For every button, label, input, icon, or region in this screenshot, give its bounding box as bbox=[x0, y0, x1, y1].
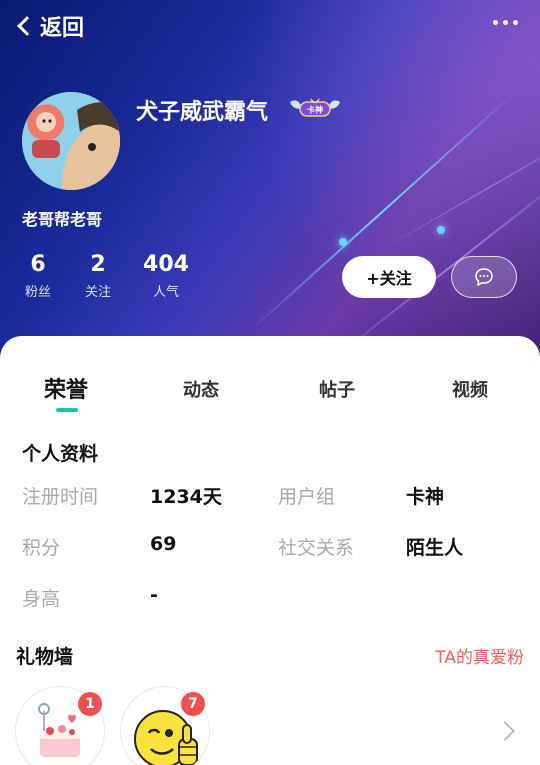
stat-value: 6 bbox=[30, 252, 46, 277]
more-options-icon[interactable] bbox=[493, 20, 518, 25]
info-value-height: - bbox=[150, 584, 158, 606]
personal-info-title: 个人资料 bbox=[22, 443, 99, 465]
tab-honor[interactable]: 荣誉 bbox=[44, 372, 88, 404]
badge-text: 卡神 bbox=[307, 105, 323, 115]
back-button[interactable]: 返回 bbox=[14, 10, 84, 42]
follow-button[interactable]: +关注 bbox=[342, 256, 436, 298]
chat-bubble-icon bbox=[475, 268, 493, 287]
tab-videos[interactable]: 视频 bbox=[452, 376, 488, 402]
info-key-height: 身高 bbox=[22, 588, 61, 610]
stat-following[interactable]: 2 关注 bbox=[80, 252, 116, 300]
info-key-points: 积分 bbox=[22, 537, 61, 559]
back-label: 返回 bbox=[40, 16, 85, 41]
info-value-user-group: 卡神 bbox=[406, 486, 445, 508]
stat-label: 粉丝 bbox=[24, 285, 51, 300]
stat-label: 关注 bbox=[84, 285, 111, 300]
username: 犬子威武霸气 bbox=[136, 100, 269, 125]
stat-fans[interactable]: 6 粉丝 bbox=[22, 252, 54, 300]
tab-posts[interactable]: 帖子 bbox=[319, 376, 355, 402]
info-value-register-time: 1234天 bbox=[150, 486, 222, 508]
info-key-social-relation: 社交关系 bbox=[278, 537, 355, 559]
info-key-user-group: 用户组 bbox=[278, 486, 336, 508]
stat-value: 404 bbox=[143, 252, 189, 277]
gift-count-badge: 1 bbox=[76, 690, 104, 718]
stat-value: 2 bbox=[90, 252, 106, 277]
stat-popularity: 404 人气 bbox=[140, 252, 192, 300]
guild-name: 老哥帮老哥 bbox=[22, 210, 103, 229]
chevron-left-icon bbox=[17, 16, 37, 36]
avatar[interactable] bbox=[22, 92, 120, 190]
gift-count-badge: 7 bbox=[179, 690, 207, 718]
info-key-register-time: 注册时间 bbox=[22, 486, 99, 508]
gift-wall-title: 礼物墙 bbox=[16, 646, 74, 668]
message-button[interactable] bbox=[451, 256, 517, 298]
info-value-social-relation: 陌生人 bbox=[406, 537, 464, 559]
active-tab-indicator bbox=[56, 408, 78, 412]
card-god-badge: 卡神 bbox=[288, 96, 342, 120]
stat-label: 人气 bbox=[152, 285, 179, 300]
glow-dot bbox=[437, 226, 445, 234]
info-value-points: 69 bbox=[150, 533, 177, 555]
glow-dot bbox=[339, 238, 347, 246]
true-fans-link[interactable]: TA的真爱粉 bbox=[435, 643, 524, 668]
tab-activity[interactable]: 动态 bbox=[183, 376, 219, 402]
